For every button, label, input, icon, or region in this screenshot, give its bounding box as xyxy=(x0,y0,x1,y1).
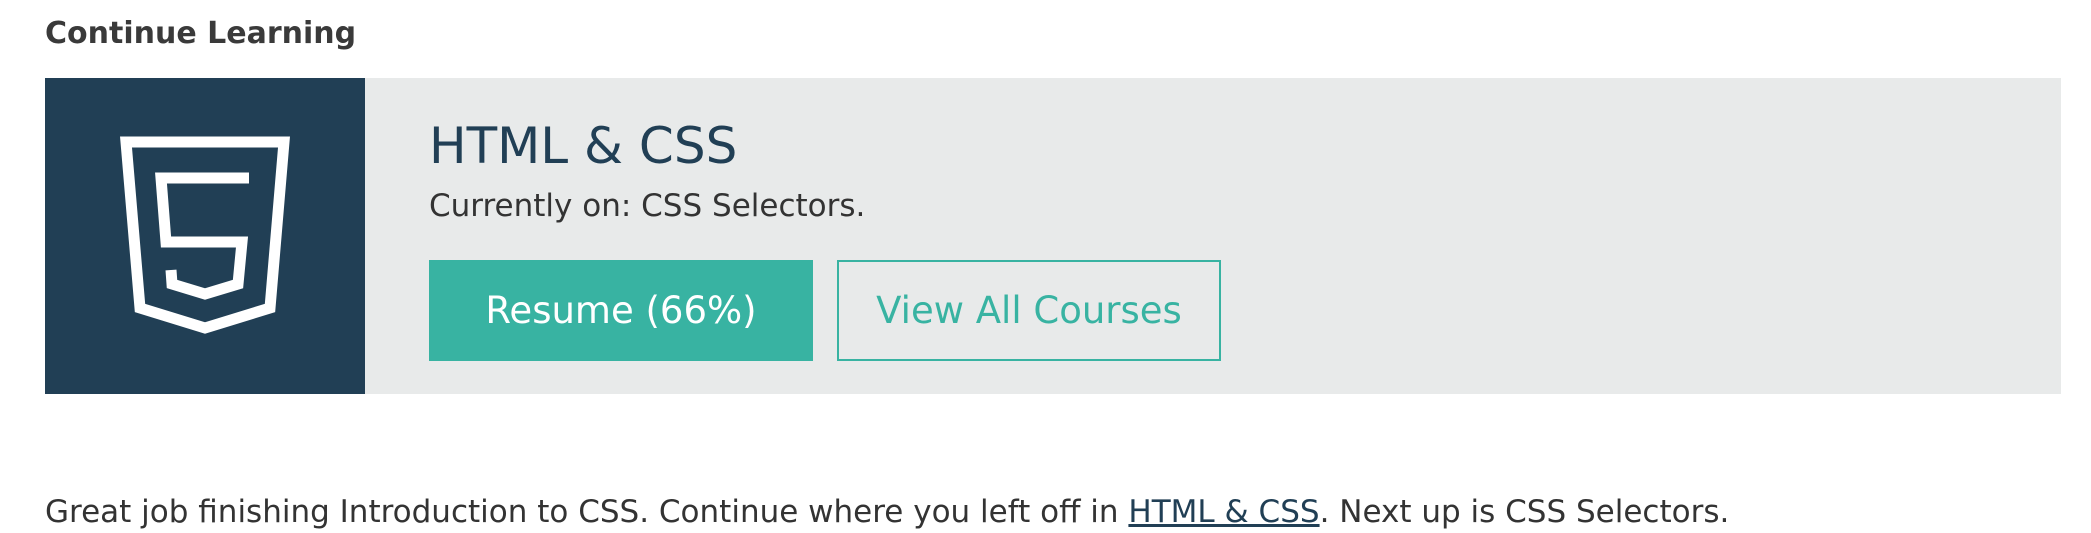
course-card: HTML & CSS Currently on: CSS Selectors. … xyxy=(45,78,2061,394)
message-text-before: Great job finishing Introduction to CSS.… xyxy=(45,494,1129,530)
course-info: HTML & CSS Currently on: CSS Selectors. … xyxy=(365,78,2061,394)
current-lesson-prefix: Currently on: xyxy=(429,188,642,224)
view-all-courses-button[interactable]: View All Courses xyxy=(837,260,1221,361)
progress-message: Great job finishing Introduction to CSS.… xyxy=(45,491,1729,533)
resume-button[interactable]: Resume (66%) xyxy=(429,260,813,361)
current-lesson-line: Currently on: CSS Selectors. xyxy=(429,186,865,226)
html5-shield-icon xyxy=(120,136,290,334)
section-heading: Continue Learning xyxy=(45,16,357,51)
course-link[interactable]: HTML & CSS xyxy=(1128,494,1319,530)
course-title: HTML & CSS xyxy=(429,117,738,175)
message-text-after: . Next up is CSS Selectors. xyxy=(1319,494,1730,530)
current-lesson-name: CSS Selectors. xyxy=(641,188,866,224)
course-logo xyxy=(45,78,365,394)
